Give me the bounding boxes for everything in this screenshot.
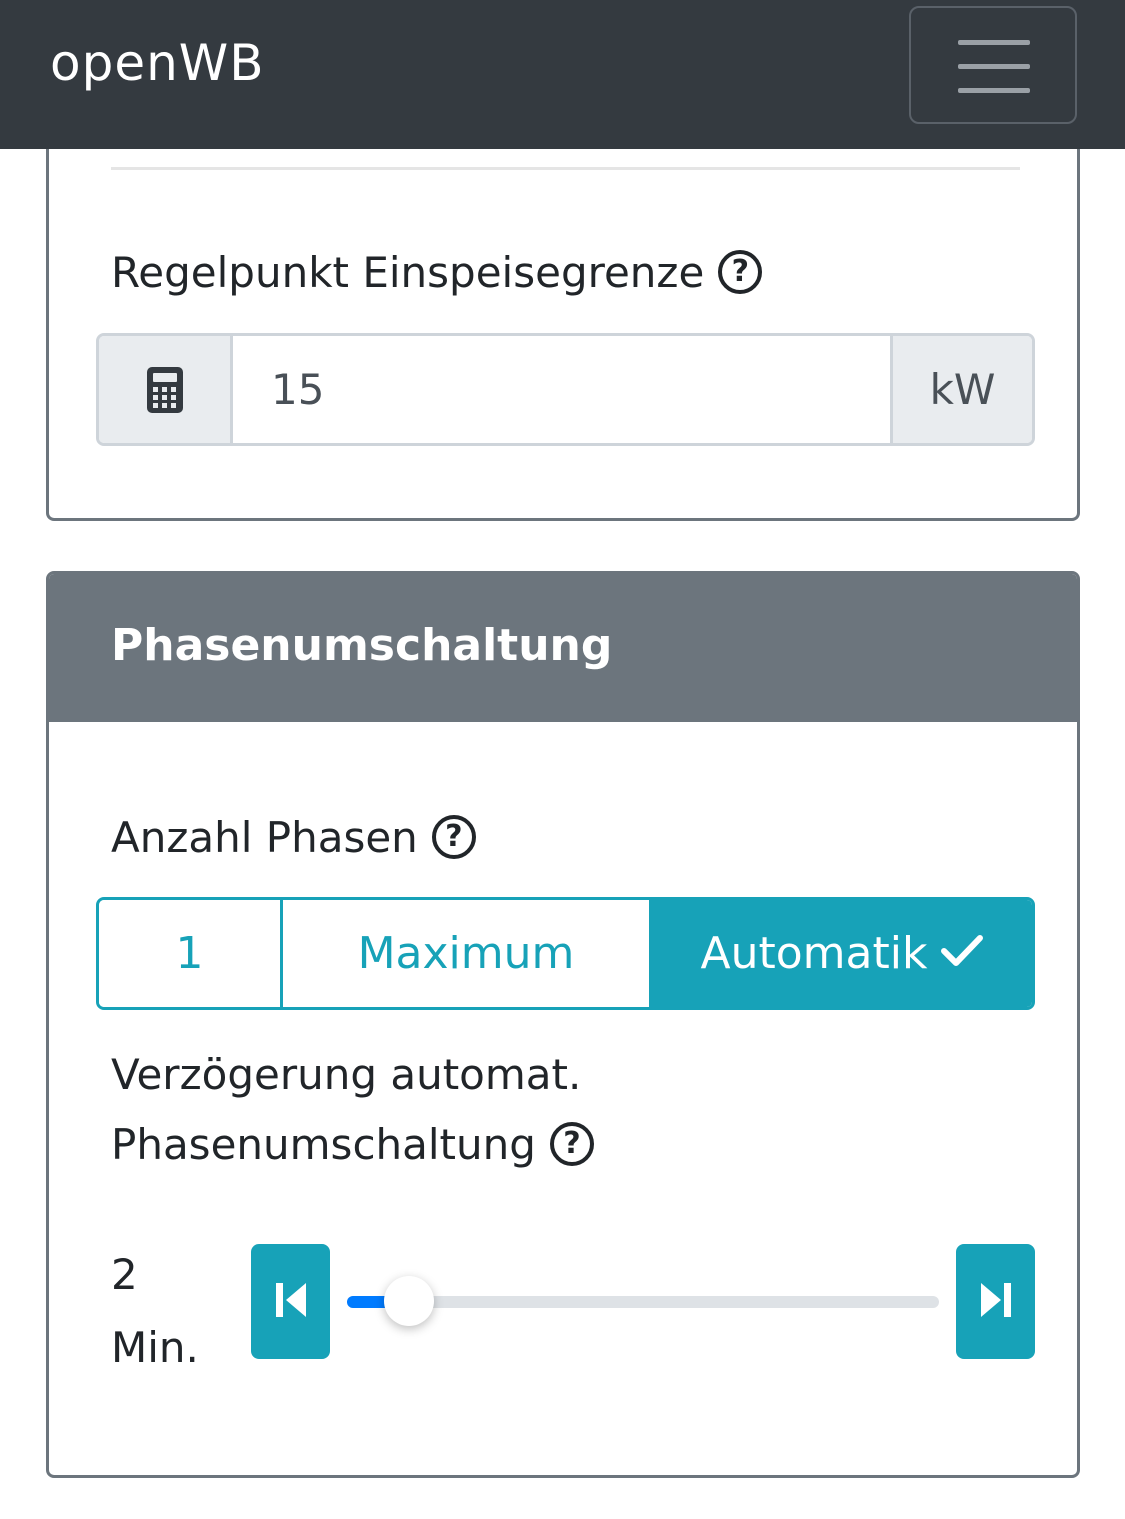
question-circle-icon[interactable]: ? xyxy=(549,1122,594,1166)
phase-switch-card: Phasenumschaltung Anzahl Phasen? 1 Maxim… xyxy=(46,571,1080,1478)
phase-option-maximum-button[interactable]: Maximum xyxy=(283,900,652,1007)
delay-label-line2: Phasenumschaltung xyxy=(111,1120,536,1169)
calculator-icon xyxy=(99,336,233,443)
check-icon xyxy=(941,928,984,979)
feed-in-card: Regelpunkt Einspeisegrenze? kW xyxy=(46,100,1080,521)
card-title: Phasenumschaltung xyxy=(111,620,613,671)
feed-in-value-input[interactable] xyxy=(233,336,890,443)
delay-label-line1: Verzögerung automat. xyxy=(111,1050,582,1099)
phases-label: Anzahl Phasen xyxy=(111,813,418,862)
phase-option-label: Automatik xyxy=(700,928,928,979)
section-divider xyxy=(111,167,1020,170)
feed-in-input-group: kW xyxy=(96,333,1035,446)
delay-value-unit: Min. xyxy=(111,1323,199,1372)
navbar-toggler-button[interactable] xyxy=(909,6,1077,124)
phases-label-row: Anzahl Phasen? xyxy=(111,813,476,862)
phase-option-1-button[interactable]: 1 xyxy=(99,900,283,1007)
question-circle-icon[interactable]: ? xyxy=(431,815,476,859)
delay-label-row: Phasenumschaltung? xyxy=(111,1120,594,1169)
brand-logo[interactable]: openWB xyxy=(50,34,265,92)
skip-forward-icon xyxy=(979,1281,1013,1323)
feed-in-label-row: Regelpunkt Einspeisegrenze? xyxy=(111,248,763,297)
slider-decrease-button[interactable] xyxy=(251,1244,330,1359)
phase-option-automatik-button[interactable]: Automatik xyxy=(652,900,1032,1007)
delay-value-number: 2 xyxy=(111,1250,138,1299)
unit-label: kW xyxy=(890,336,1032,443)
question-circle-icon[interactable]: ? xyxy=(718,250,763,294)
delay-value: 2 Min. xyxy=(111,1238,199,1384)
delay-slider-track[interactable] xyxy=(347,1276,939,1326)
phases-button-group: 1 Maximum Automatik xyxy=(96,897,1035,1010)
skip-backward-icon xyxy=(274,1281,308,1323)
delay-slider-thumb[interactable] xyxy=(384,1276,435,1326)
phase-option-label: Maximum xyxy=(357,928,575,979)
navbar: openWB xyxy=(0,0,1125,149)
slider-increase-button[interactable] xyxy=(956,1244,1035,1359)
card-header: Phasenumschaltung xyxy=(49,574,1077,722)
phase-option-label: 1 xyxy=(175,928,204,979)
feed-in-label: Regelpunkt Einspeisegrenze xyxy=(111,248,705,297)
